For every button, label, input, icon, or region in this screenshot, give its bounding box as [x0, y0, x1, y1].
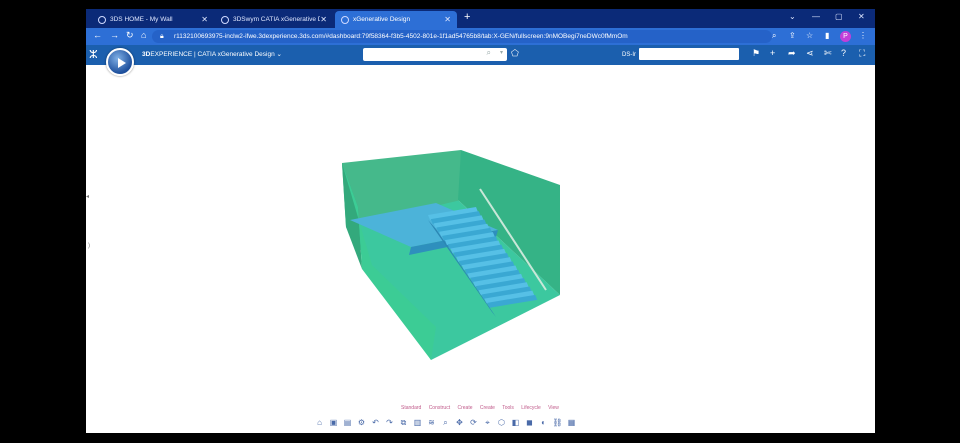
search-input[interactable]: ⌕ ▾ — [363, 48, 507, 61]
wireless-icon[interactable]: ≋ — [426, 417, 437, 428]
render-icon[interactable]: ◧ — [510, 417, 521, 428]
share-page-icon[interactable]: ⇪ — [789, 31, 796, 40]
tab-construct[interactable]: Construct — [429, 405, 450, 411]
close-icon[interactable]: ✕ — [201, 15, 208, 24]
rotate-icon[interactable]: ⟳ — [468, 417, 479, 428]
chevron-down-icon[interactable]: ▾ — [500, 49, 503, 56]
book-icon[interactable]: ▦ — [566, 417, 577, 428]
tab-3ds-home[interactable]: 3DS HOME - My Wall ✕ — [92, 11, 214, 28]
globe-icon — [341, 15, 349, 24]
user-name-redacted — [639, 48, 739, 60]
copy-icon[interactable]: ⧉ — [398, 417, 409, 428]
chevron-down-icon[interactable]: ⌄ — [277, 51, 282, 58]
add-icon[interactable]: + — [770, 48, 775, 58]
maximize-icon[interactable]: ▢ — [835, 12, 843, 21]
sidebar-icon[interactable]: ▮ — [825, 31, 829, 40]
paste-icon[interactable]: ▥ — [412, 417, 423, 428]
tab-title: 3DS HOME - My Wall — [110, 16, 173, 23]
star-icon[interactable]: ☆ — [806, 31, 813, 40]
close-window-icon[interactable]: ✕ — [858, 12, 865, 21]
compass-icon[interactable] — [106, 48, 134, 76]
hide-show-icon[interactable]: ◐ — [538, 417, 549, 428]
view-cube-icon[interactable]: ⬡ — [496, 417, 507, 428]
brand-rest: EXPERIENCE | CATIA xGenerative Design — [150, 51, 275, 58]
tab-create[interactable]: Create — [457, 405, 472, 411]
undo-icon[interactable]: ↶ — [370, 417, 381, 428]
zoom-icon[interactable]: ⌕ — [772, 31, 776, 41]
tools-icon[interactable]: ✄ — [824, 48, 832, 59]
side-handle-icon[interactable]: ◂ — [86, 193, 89, 200]
home-view-icon[interactable]: ⌂ — [314, 417, 325, 428]
app-brand[interactable]: 3DEXPERIENCE | CATIA xGenerative Design … — [142, 50, 282, 58]
browser-window: 3DS HOME - My Wall ✕ 3DSwym CATIA xGener… — [86, 9, 875, 433]
tab-title: 3DSwym CATIA xGenerative Desi — [233, 16, 321, 23]
forward-icon[interactable]: → — [110, 30, 119, 40]
back-icon[interactable]: ← — [93, 30, 102, 40]
url-field[interactable]: 🔒︎ r1132100693975-inclw2-ifwe.3dexperien… — [152, 30, 772, 43]
tab-search-icon[interactable]: ⌄ — [789, 12, 796, 21]
tab-title: xGenerative Design — [353, 16, 411, 23]
tab-xgenerative-design[interactable]: xGenerative Design ✕ — [335, 11, 457, 28]
save-icon[interactable]: ▣ — [328, 417, 339, 428]
link-icon[interactable]: ⛓ — [552, 417, 563, 428]
tab-standard[interactable]: Standard — [401, 405, 421, 411]
user-label: DS-Ir — [622, 52, 636, 58]
globe-icon — [98, 15, 106, 24]
globe-icon — [221, 15, 229, 24]
close-icon[interactable]: ✕ — [444, 15, 451, 24]
search-icon[interactable]: ⌕ — [487, 48, 491, 58]
share-icon[interactable]: ➦ — [788, 48, 796, 59]
tab-strip: 3DS HOME - My Wall ✕ 3DSwym CATIA xGener… — [86, 9, 875, 28]
staircase-model[interactable] — [336, 145, 566, 360]
zoom-icon[interactable]: ⌕ — [440, 417, 451, 428]
close-icon[interactable]: ✕ — [320, 15, 327, 24]
url-text: r1132100693975-inclw2-ifwe.3dexperience.… — [174, 33, 628, 40]
menu-icon[interactable]: ⋮ — [859, 31, 867, 40]
tab-3dswym[interactable]: 3DSwym CATIA xGenerative Desi ✕ — [215, 11, 333, 28]
tab-tools[interactable]: Tools — [502, 405, 514, 411]
home-icon[interactable]: ⌂ — [141, 30, 146, 40]
action-bar-icons: ⌂ ▣ ▤ ⚙ ↶ ↷ ⧉ ▥ ≋ ⌕ ✥ ⟳ ⌖ ⬡ ◧ ◼ ◐ ⛓ ▦ — [314, 417, 577, 431]
lock-icon: 🔒︎ — [160, 33, 164, 40]
cube-icon[interactable]: ◼ — [524, 417, 535, 428]
tag-icon[interactable]: ⬠ — [511, 48, 519, 59]
app-top-bar: ⵣ 3DEXPERIENCE | CATIA xGenerative Desig… — [86, 45, 875, 65]
tab-lifecycle[interactable]: Lifecycle — [521, 405, 540, 411]
properties-icon[interactable]: ⚙ — [356, 417, 367, 428]
fullscreen-icon[interactable]: ⛶ — [859, 48, 865, 59]
side-handle-icon[interactable]: ) — [88, 243, 90, 249]
redo-icon[interactable]: ↷ — [384, 417, 395, 428]
profile-avatar[interactable]: P — [840, 31, 851, 42]
minimize-icon[interactable]: — — [812, 12, 820, 21]
address-bar: ← → ↻ ⌂ 🔒︎ r1132100693975-inclw2-ifwe.3d… — [86, 28, 875, 45]
pan-icon[interactable]: ✥ — [454, 417, 465, 428]
3ds-logo-icon[interactable]: ⵣ — [89, 48, 98, 61]
tab-create-2[interactable]: Create — [480, 405, 495, 411]
reload-icon[interactable]: ↻ — [126, 30, 134, 41]
new-tab-icon[interactable]: + — [464, 11, 470, 23]
export-icon[interactable]: ▤ — [342, 417, 353, 428]
help-icon[interactable]: ? — [841, 48, 846, 58]
tab-view[interactable]: View — [548, 405, 559, 411]
zoom-area-icon[interactable]: ⌖ — [482, 417, 493, 428]
3d-viewport[interactable]: ◂ ) Standard Construct Create Create Too… — [86, 65, 875, 433]
notification-icon[interactable]: ⚑ — [752, 48, 760, 59]
action-bar-tabs: Standard Construct Create Create Tools L… — [401, 405, 565, 411]
network-icon[interactable]: ⋖ — [806, 48, 814, 59]
